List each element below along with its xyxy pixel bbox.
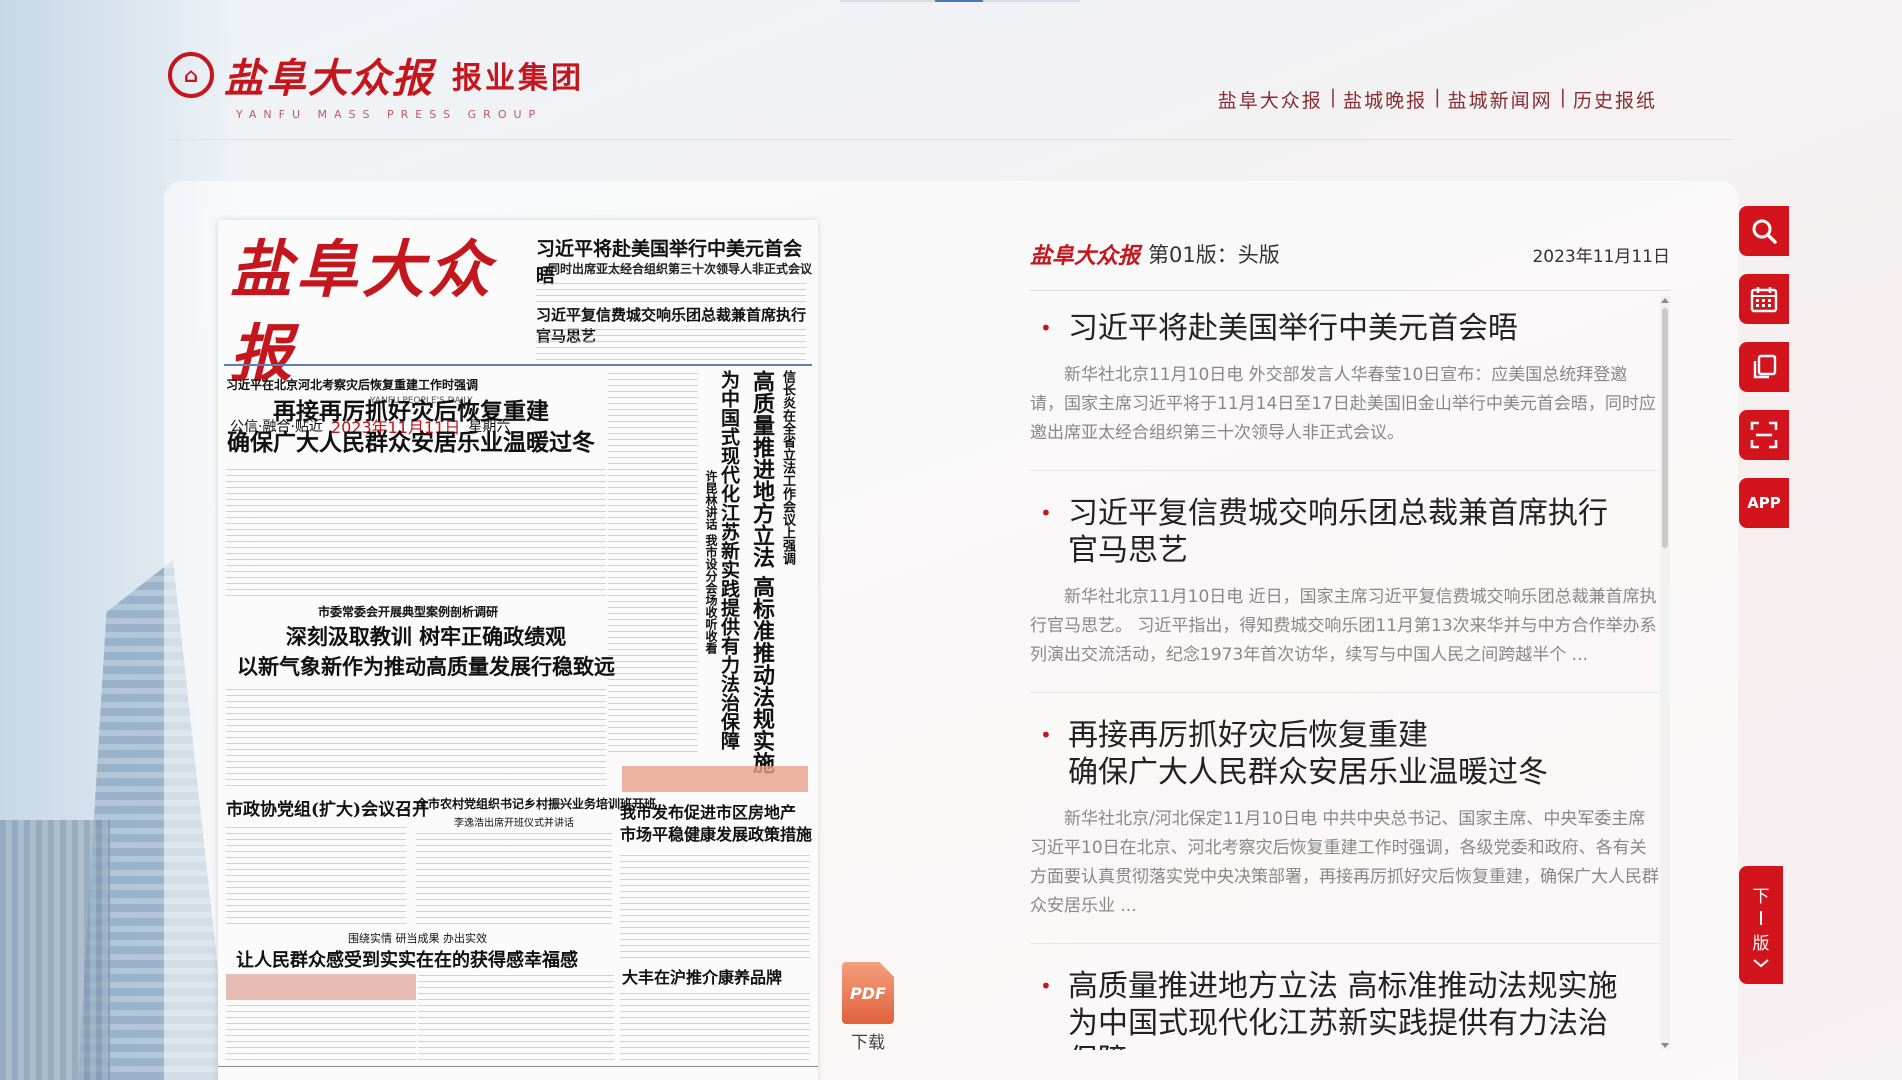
- article-panel-logo: 盐阜大众报: [1030, 243, 1141, 269]
- article-list: • 习近平将赴美国举行中美元首会晤 新华社北京11月10日电 外交部发言人华春莹…: [1030, 310, 1660, 1050]
- scan-button[interactable]: [1739, 410, 1789, 460]
- top-nav: 盐阜大众报 | 盐城晚报 | 盐城新闻网 | 历史报纸: [1218, 86, 1657, 113]
- paper-text-block: [608, 372, 698, 752]
- scroll-thumb[interactable]: [1662, 308, 1668, 548]
- pdf-download-label: 下载: [851, 1033, 885, 1053]
- newspaper-page-image[interactable]: 盐阜大众报 YANFU PEOPLE'S DAILY 公信·融合·贴近 2023…: [218, 220, 818, 1080]
- paper-text-block: [536, 326, 806, 360]
- group-logo[interactable]: ⌂ 盐阜大众报 报业集团 YANFU MASS PRESS GROUP: [168, 46, 584, 121]
- paper-headline-4[interactable]: 市政协党组(扩大)会议召开: [226, 795, 429, 820]
- paper-text-block: [620, 990, 810, 1060]
- article-summary: 新华社北京/河北保定11月10日电 中共中央总书记、国家主席、中央军委主席习近平…: [1030, 809, 1659, 916]
- next-page-label-top: 下: [1752, 887, 1770, 907]
- article-title[interactable]: • 习近平复信费城交响乐团总裁兼首席执行 官马思艺: [1030, 495, 1660, 569]
- nav-link-yancheng-evening[interactable]: 盐城晚报: [1343, 86, 1427, 113]
- logo-title: 盐阜大众报: [224, 55, 434, 102]
- article-summary: 新华社北京11月10日电 近日，国家主席习近平复信费城交响乐团总裁兼首席执行官马…: [1030, 587, 1657, 665]
- nav-link-history[interactable]: 历史报纸: [1573, 86, 1657, 113]
- app-label: APP: [1747, 494, 1781, 512]
- side-toolbar: APP: [1739, 206, 1789, 528]
- header-divider: [168, 139, 1734, 140]
- paper-headline-3[interactable]: 深刻汲取教训 树牢正确政绩观 以新气象新作为推动高质量发展行稳致远: [226, 622, 626, 682]
- scan-icon: [1750, 421, 1778, 449]
- article-item[interactable]: • 习近平复信费城交响乐团总裁兼首席执行 官马思艺 新华社北京11月10日电 近…: [1030, 495, 1660, 693]
- paper-kicker: 习近平在北京河北考察灾后恢复重建工作时强调: [226, 378, 479, 392]
- nav-separator: |: [1559, 86, 1566, 108]
- bullet-icon: •: [1040, 974, 1052, 998]
- paper-text-block: [226, 686, 606, 786]
- calendar-icon: [1750, 287, 1778, 313]
- paper-headline-6[interactable]: 我市发布促进市区房地产 市场平稳健康发展政策措施: [620, 802, 812, 846]
- nav-link-yanfu[interactable]: 盐阜大众报: [1218, 86, 1323, 113]
- nav-link-yancheng-news[interactable]: 盐城新闻网: [1448, 86, 1553, 113]
- masthead-title: 盐阜大众报: [230, 233, 495, 390]
- pdf-icon: PDF: [842, 962, 894, 1024]
- article-panel-divider: [1030, 290, 1670, 291]
- article-title[interactable]: • 习近平将赴美国举行中美元首会晤: [1030, 310, 1660, 347]
- paper-headline-8[interactable]: 大丰在沪推介康养品牌: [622, 964, 782, 988]
- bullet-icon: •: [1040, 316, 1052, 340]
- article-title[interactable]: • 再接再厉抓好灾后恢复重建 确保广大人民群众安居乐业温暖过冬: [1030, 717, 1660, 791]
- top-accent-line: [840, 0, 1080, 2]
- paper-rule: [224, 364, 812, 366]
- paper-footer: [218, 1066, 818, 1080]
- paper-text-block: [620, 852, 810, 958]
- logo-group-text: 报业集团: [452, 61, 584, 96]
- article-title[interactable]: • 高质量推进地方立法 高标准推动法规实施 为中国式现代化江苏新实践提供有力法治…: [1030, 968, 1660, 1050]
- paper-vertical-sub: 许昆林讲话 我市设分会场收听收看: [704, 470, 718, 655]
- next-page-label-bottom: 版: [1752, 934, 1770, 954]
- paper-text-block: [226, 824, 406, 924]
- calendar-button[interactable]: [1739, 274, 1789, 324]
- paper-headline-1-sub: 同时出席亚太经合组织第三十次领导人非正式会议: [548, 262, 813, 276]
- paper-text-block: [536, 280, 806, 302]
- paper-lead-headline[interactable]: 再接再厉抓好灾后恢复重建 确保广大人民群众安居乐业温暖过冬: [226, 396, 596, 458]
- paper-image-banner: [226, 974, 416, 1000]
- pdf-download-button[interactable]: PDF 下载: [842, 962, 894, 1053]
- paper-text-block: [418, 972, 614, 1060]
- logo-subtitle: YANFU MASS PRESS GROUP: [236, 108, 543, 121]
- paper-kicker-3: 围绕实情 研当成果 办出实效: [348, 932, 487, 945]
- article-summary: 新华社北京11月10日电 外交部发言人华春莹10日宣布：应美国总统拜登邀请，国家…: [1030, 365, 1656, 443]
- nav-separator: |: [1434, 86, 1441, 108]
- search-icon: [1752, 219, 1777, 244]
- paper-text-block: [416, 832, 612, 924]
- scroll-up-arrow-icon[interactable]: [1661, 298, 1669, 303]
- paper-text-block: [226, 1004, 416, 1060]
- edition-label: 第01版：头版: [1148, 243, 1280, 267]
- app-button[interactable]: APP: [1739, 478, 1789, 528]
- article-item[interactable]: • 再接再厉抓好灾后恢复重建 确保广大人民群众安居乐业温暖过冬 新华社北京/河北…: [1030, 717, 1660, 944]
- article-item[interactable]: • 高质量推进地方立法 高标准推动法规实施 为中国式现代化江苏新实践提供有力法治…: [1030, 968, 1660, 1050]
- article-panel-header: 盐阜大众报 第01版：头版 2023年11月11日: [1030, 238, 1670, 270]
- copy-button[interactable]: [1739, 342, 1789, 392]
- paper-headline-7[interactable]: 让人民群众感受到实实在在的获得感幸福感: [236, 946, 578, 972]
- paper-vertical-kicker: 信长炎在全省立法工作会议上强调: [780, 370, 795, 565]
- nav-separator: |: [1329, 86, 1337, 108]
- bullet-icon: •: [1040, 501, 1052, 525]
- article-list-scrollbar[interactable]: [1660, 296, 1670, 1050]
- copy-icon: [1753, 354, 1777, 379]
- article-item[interactable]: • 习近平将赴美国举行中美元首会晤 新华社北京11月10日电 外交部发言人华春莹…: [1030, 310, 1660, 471]
- paper-vertical-headline-1[interactable]: 高质量推进地方立法 高标准推动法规实施: [746, 370, 778, 774]
- paper-vertical-headline-2[interactable]: 为中国式现代化江苏新实践提供有力法治保障: [716, 370, 743, 750]
- background-building-small: [0, 820, 110, 1080]
- paper-headline-5-sub: 李逸浩出席开班仪式并讲话: [454, 818, 574, 829]
- logo-emblem-icon: ⌂: [168, 52, 214, 98]
- scroll-down-arrow-icon[interactable]: [1661, 1043, 1669, 1048]
- next-page-divider: [1760, 911, 1762, 925]
- paper-text-block: [226, 464, 606, 596]
- next-page-button[interactable]: 下 版: [1739, 866, 1783, 984]
- edition-date: 2023年11月11日: [1532, 246, 1670, 267]
- search-button[interactable]: [1739, 206, 1789, 256]
- paper-kicker-2: 市委常委会开展典型案例剖析调研: [318, 605, 499, 619]
- bullet-icon: •: [1040, 723, 1052, 747]
- paper-tag-banner: [622, 766, 808, 792]
- chevron-down-icon: [1753, 959, 1769, 968]
